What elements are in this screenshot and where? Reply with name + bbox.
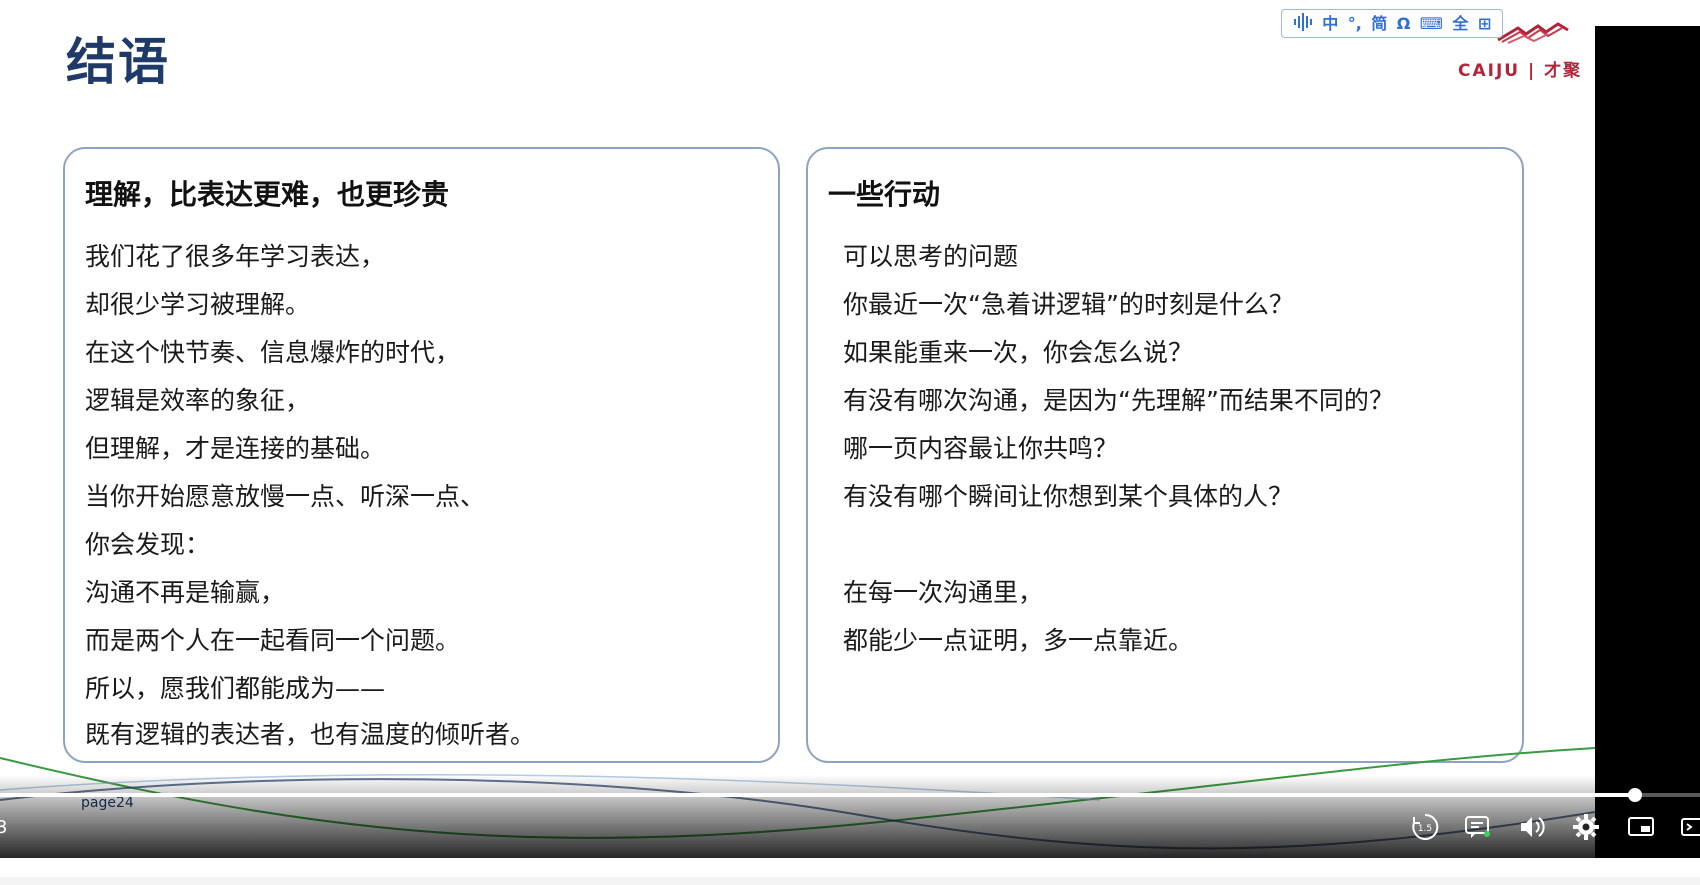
list-item: 哪一页内容最让你共鸣？ [843, 434, 1119, 463]
settings-button[interactable] [1571, 812, 1601, 842]
ime-simplified[interactable]: 简 [1371, 15, 1387, 32]
right-card-title: 一些行动 [828, 178, 941, 211]
speed-label: 1.5 [1418, 824, 1432, 834]
list-item: 有没有哪个瞬间让你想到某个具体的人？ [843, 482, 1294, 511]
logo-text: CAIJU | 才聚 [1458, 61, 1583, 81]
list-item: 在这个快节奏、信息爆炸的时代， [85, 338, 461, 367]
time-display: 3 [0, 817, 8, 838]
letterbox [1595, 26, 1700, 858]
fullscreen-icon [1681, 818, 1700, 836]
right-card-lines: 可以思考的问题 你最近一次“急着讲逻辑”的时刻是什么？ 如果能重来一次，你会怎么… [843, 233, 1394, 665]
video-stage[interactable]: 结语 CAIJU | 才聚 理解，比表达更难，也更珍贵 我们花了很多年学习表达，… [0, 0, 1700, 858]
list-item: 当你开始愿意放慢一点、听深一点、 [85, 482, 486, 511]
ime-punctuation[interactable]: °, [1348, 15, 1362, 32]
slide: 结语 CAIJU | 才聚 理解，比表达更难，也更珍贵 我们花了很多年学习表达，… [0, 0, 1595, 858]
progress-handle[interactable] [1628, 788, 1642, 802]
danmaku-icon [1465, 816, 1490, 838]
list-item: 我们花了很多年学习表达， [85, 242, 386, 271]
list-item: 在每一次沟通里， [843, 578, 1044, 607]
voice-icon[interactable] [1293, 13, 1313, 34]
list-item [843, 521, 1394, 569]
progress-fill [0, 793, 1635, 797]
slide-title: 结语 [66, 33, 170, 91]
ime-chinese-mode[interactable]: 中 [1322, 15, 1338, 32]
bottom-strip [0, 877, 1700, 885]
player-controls [0, 775, 1700, 858]
ime-fullwidth[interactable]: 全 [1452, 15, 1468, 32]
pip-icon [1628, 817, 1654, 836]
list-item: 你会发现： [85, 530, 211, 559]
list-item: 而是两个人在一起看同一个问题。 [85, 626, 461, 655]
list-item: 如果能重来一次，你会怎么说？ [843, 338, 1194, 367]
list-item: 既有逻辑的表达者，也有温度的倾听者。 [85, 720, 536, 749]
list-item: 你最近一次“急着讲逻辑”的时刻是什么？ [843, 290, 1294, 319]
gear-icon [1573, 814, 1599, 840]
volume-icon [1521, 817, 1545, 837]
pip-button[interactable] [1626, 812, 1656, 842]
list-item: 沟通不再是输赢， [85, 578, 286, 607]
speed-icon: 1.5 [1412, 813, 1439, 840]
right-card: 一些行动 可以思考的问题 你最近一次“急着讲逻辑”的时刻是什么？ 如果能重来一次… [806, 147, 1524, 763]
keyboard-icon[interactable]: ⌨ [1420, 15, 1443, 32]
page: 结语 CAIJU | 才聚 理解，比表达更难，也更珍贵 我们花了很多年学习表达，… [0, 0, 1700, 885]
list-item: 有没有哪次沟通，是因为“先理解”而结果不同的？ [843, 386, 1394, 415]
list-item: 可以思考的问题 [843, 242, 1019, 271]
list-item: 所以，愿我们都能成为—— [85, 674, 386, 703]
ime-symbol[interactable]: Ω [1397, 15, 1411, 32]
left-card-lines: 我们花了很多年学习表达， 却很少学习被理解。 在这个快节奏、信息爆炸的时代， 逻… [85, 233, 535, 757]
left-card-title: 理解，比表达更难，也更珍贵 [85, 178, 450, 211]
danmaku-button[interactable] [1463, 812, 1493, 842]
list-item: 但理解，才是连接的基础。 [85, 434, 386, 463]
left-card: 理解，比表达更难，也更珍贵 我们花了很多年学习表达， 却很少学习被理解。 在这个… [63, 147, 780, 763]
list-item: 都能少一点证明，多一点靠近。 [843, 626, 1194, 655]
speed-button[interactable]: 1.5 [1410, 812, 1440, 842]
list-item: 却很少学习被理解。 [85, 290, 311, 319]
list-item: 逻辑是效率的象征， [85, 386, 311, 415]
ime-toolbar[interactable]: 中 °, 简 Ω ⌨ 全 ⊞ [1281, 9, 1503, 38]
progress-bar[interactable] [0, 788, 1700, 802]
fullscreen-button[interactable] [1676, 812, 1700, 842]
volume-button[interactable] [1517, 812, 1547, 842]
grid-icon[interactable]: ⊞ [1478, 15, 1491, 32]
